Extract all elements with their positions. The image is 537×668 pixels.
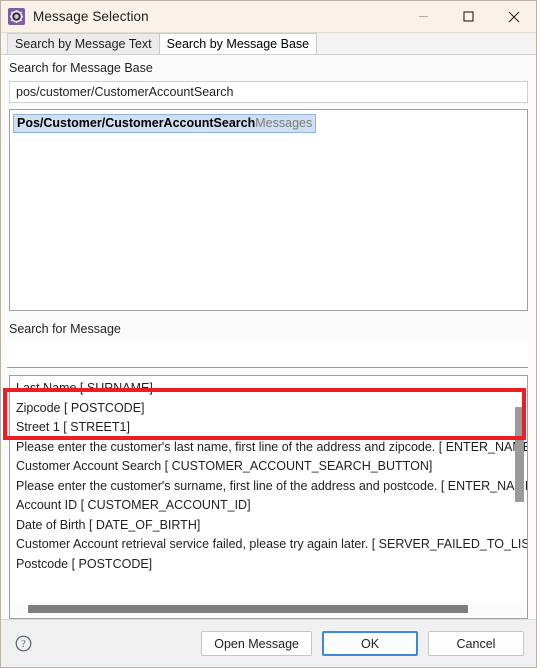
tab-strip: Search by Message Text Search by Message… <box>1 33 536 55</box>
tab-panel-search-by-message-base: Search for Message Base pos/customer/Cus… <box>1 55 536 619</box>
message-search-block: Search for Message <box>1 311 536 368</box>
horizontal-scrollbar[interactable] <box>10 602 527 616</box>
message-search-input[interactable] <box>7 342 528 368</box>
open-message-button[interactable]: Open Message <box>201 631 312 656</box>
message-search-label: Search for Message <box>9 322 121 336</box>
gear-icon <box>8 8 25 25</box>
list-item[interactable]: Customer Account Search [ CUSTOMER_ACCOU… <box>14 457 527 477</box>
help-icon[interactable]: ? <box>15 635 32 652</box>
dialog-footer: ? Open Message OK Cancel <box>1 619 536 667</box>
list-item[interactable]: Street 1 [ STREET1] <box>14 418 527 438</box>
window-title: Message Selection <box>33 9 149 24</box>
cancel-button[interactable]: Cancel <box>428 631 524 656</box>
ok-button[interactable]: OK <box>322 631 418 656</box>
list-item[interactable]: Customer Account retrieval service faile… <box>14 535 527 555</box>
minimize-icon[interactable] <box>401 1 446 32</box>
message-selection-dialog: Message Selection Search by Message Text… <box>0 0 537 668</box>
message-base-input[interactable]: pos/customer/CustomerAccountSearch <box>9 81 528 103</box>
vertical-scrollbar-thumb[interactable] <box>515 407 524 502</box>
svg-text:?: ? <box>21 639 26 650</box>
tab-search-by-message-base[interactable]: Search by Message Base <box>158 33 318 54</box>
message-base-label: Search for Message Base <box>9 61 153 75</box>
result-suffix: Messages <box>255 116 313 130</box>
list-item[interactable]: Postcode [ POSTCODE] <box>14 555 527 575</box>
message-results-list[interactable]: Last Name [ SURNAME] Zipcode [ POSTCODE]… <box>9 375 528 619</box>
tab-search-by-message-text[interactable]: Search by Message Text <box>7 33 160 54</box>
list-item[interactable]: Please enter the customer's surname, fir… <box>14 477 527 497</box>
list-item[interactable]: Please enter the customer's last name, f… <box>14 438 527 458</box>
message-results-scroll-area: Last Name [ SURNAME] Zipcode [ POSTCODE]… <box>10 379 527 600</box>
result-name: Pos/Customer/CustomerAccountSearch <box>17 116 256 130</box>
list-item[interactable]: Pos/Customer/CustomerAccountSearchMessag… <box>13 114 317 133</box>
list-item[interactable]: Last Name [ SURNAME] <box>14 379 527 399</box>
horizontal-scrollbar-thumb[interactable] <box>28 605 468 613</box>
list-item[interactable]: Account ID [ CUSTOMER_ACCOUNT_ID] <box>14 496 527 516</box>
list-item[interactable]: Date of Birth [ DATE_OF_BIRTH] <box>14 516 527 536</box>
window-controls <box>401 1 536 32</box>
title-bar: Message Selection <box>1 1 536 33</box>
maximize-icon[interactable] <box>446 1 491 32</box>
message-base-results-list[interactable]: Pos/Customer/CustomerAccountSearchMessag… <box>9 109 528 311</box>
close-icon[interactable] <box>491 1 536 32</box>
list-item[interactable]: Zipcode [ POSTCODE] <box>14 399 527 419</box>
